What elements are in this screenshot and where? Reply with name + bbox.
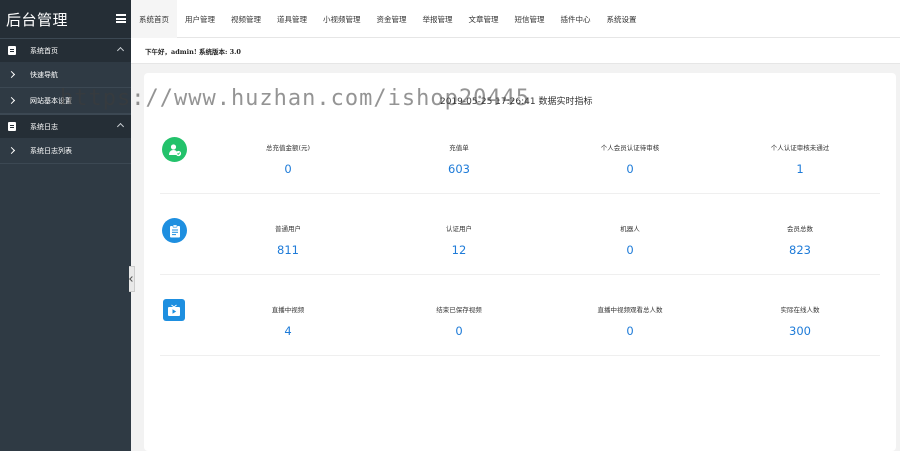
stat-value: 0 xyxy=(284,162,292,176)
stat-label: 充值单 xyxy=(449,144,469,152)
tab-users[interactable]: 用户管理 xyxy=(177,0,223,38)
stat-regular-users: 普通用户 811 xyxy=(203,194,373,257)
menu-toggle-icon[interactable] xyxy=(116,14,126,23)
chevron-right-icon xyxy=(7,70,16,79)
tab-short-videos[interactable]: 小视频管理 xyxy=(315,0,369,38)
chevron-up-icon xyxy=(116,122,125,131)
stat-pending-verification: 个人会员认证待审核 0 xyxy=(545,113,715,176)
sidebar-item-log-list[interactable]: 系统日志列表 xyxy=(0,138,131,164)
stat-verification-rejected: 个人认证审核未通过 1 xyxy=(715,113,885,176)
stat-value: 603 xyxy=(448,162,470,176)
top-nav: 系统首页 用户管理 视频管理 道具管理 小视频管理 资金管理 举报管理 文章管理… xyxy=(131,0,900,38)
greeting-bar: 下午好，admin! 系统版本: 3.0 xyxy=(131,38,900,64)
sidebar-group-label: 系统日志 xyxy=(30,122,58,131)
sidebar-item-label: 快速导航 xyxy=(30,70,58,79)
stat-online-users: 实际在线人数 300 xyxy=(715,275,885,338)
stat-recharge-orders: 充值单 603 xyxy=(374,113,544,176)
sidebar-group-logs[interactable]: 系统日志 xyxy=(0,114,131,138)
stat-label: 结束已保存视频 xyxy=(436,306,482,314)
sidebar-item-label: 系统日志列表 xyxy=(30,146,72,155)
stat-label: 机器人 xyxy=(620,225,640,233)
stat-value: 4 xyxy=(284,324,292,338)
stat-label: 会员总数 xyxy=(787,225,813,233)
sidebar-item-label: 网站基本设置 xyxy=(30,96,72,105)
stat-label: 认证用户 xyxy=(446,225,472,233)
brand-title: 后台管理 xyxy=(6,10,69,29)
stat-total-recharge: 总充值金额(元) 0 xyxy=(203,113,373,176)
stat-value: 0 xyxy=(626,324,634,338)
stats-row-finance: 总充值金额(元) 0 充值单 603 个人会员认证待审核 0 个人认证审核未通过… xyxy=(160,113,880,194)
tab-funds[interactable]: 资金管理 xyxy=(369,0,415,38)
tv-play-icon xyxy=(163,299,185,321)
stat-value: 0 xyxy=(626,162,634,176)
stat-label: 直播中视频观看总人数 xyxy=(597,306,663,314)
chevron-right-icon xyxy=(7,146,16,155)
tab-videos[interactable]: 视频管理 xyxy=(223,0,269,38)
tab-system-settings[interactable]: 系统设置 xyxy=(599,0,645,38)
sidebar-collapse-handle[interactable] xyxy=(129,266,135,292)
stat-total-members: 会员总数 823 xyxy=(715,194,885,257)
stat-value: 811 xyxy=(277,243,299,257)
stats-row-live: 直播中视频 4 结束已保存视频 0 直播中视频观看总人数 0 实际在线人数 30… xyxy=(160,275,880,356)
stat-label: 普通用户 xyxy=(275,225,301,233)
user-approve-icon xyxy=(162,137,187,162)
chevron-right-icon xyxy=(7,96,16,105)
stat-label: 总充值金额(元) xyxy=(265,144,311,152)
stat-live-videos: 直播中视频 4 xyxy=(203,275,373,338)
dashboard-title: 2019-05-25 17:26:41 数据实时指标 xyxy=(440,97,593,107)
tab-props[interactable]: 道具管理 xyxy=(269,0,315,38)
stat-robots: 机器人 0 xyxy=(545,194,715,257)
sidebar-item-site-settings[interactable]: 网站基本设置 xyxy=(0,88,131,114)
stat-value: 300 xyxy=(789,324,811,338)
dashboard-card: 2019-05-25 17:26:41 数据实时指标 总充值金额(元) 0 充值… xyxy=(144,73,896,451)
tab-plugins[interactable]: 插件中心 xyxy=(553,0,599,38)
stat-label: 个人认证审核未通过 xyxy=(770,144,830,152)
chevron-up-icon xyxy=(116,46,125,55)
sidebar-group-home[interactable]: 系统首页 xyxy=(0,38,131,62)
sidebar-item-quick-nav[interactable]: 快速导航 xyxy=(0,62,131,88)
stat-live-viewers: 直播中视频观看总人数 0 xyxy=(545,275,715,338)
stats-row-users: 普通用户 811 认证用户 12 机器人 0 会员总数 823 xyxy=(160,194,880,275)
sidebar-group-label: 系统首页 xyxy=(30,46,58,55)
stat-value: 1 xyxy=(796,162,804,176)
stat-value: 823 xyxy=(789,243,811,257)
tab-home[interactable]: 系统首页 xyxy=(131,0,177,38)
brand-header: 后台管理 xyxy=(0,0,131,38)
greeting-text: 下午好，admin! 系统版本: 3.0 xyxy=(145,47,241,56)
stat-value: 0 xyxy=(626,243,634,257)
tab-articles[interactable]: 文章管理 xyxy=(461,0,507,38)
stat-value: 0 xyxy=(455,324,463,338)
clipboard-icon xyxy=(162,218,187,243)
stat-label: 直播中视频 xyxy=(271,306,305,314)
sidebar: 后台管理 系统首页 快速导航 网站基本设置 系统日志 系统日志列表 xyxy=(0,0,131,451)
stat-label: 实际在线人数 xyxy=(780,306,820,314)
document-icon xyxy=(8,122,16,131)
stat-saved-videos: 结束已保存视频 0 xyxy=(374,275,544,338)
tab-sms[interactable]: 短信管理 xyxy=(507,0,553,38)
stat-label: 个人会员认证待审核 xyxy=(600,144,660,152)
stat-verified-users: 认证用户 12 xyxy=(374,194,544,257)
tab-reports[interactable]: 举报管理 xyxy=(415,0,461,38)
stat-value: 12 xyxy=(451,243,467,257)
document-icon xyxy=(8,46,16,55)
